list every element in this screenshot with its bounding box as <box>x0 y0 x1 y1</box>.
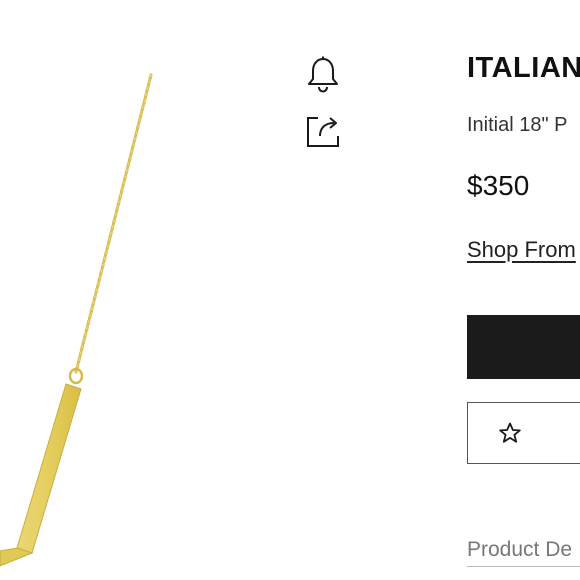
divider <box>467 566 580 567</box>
shop-from-link[interactable]: Shop From <box>467 237 576 263</box>
product-page: ITALIAN Initial 18" P $350 Shop From Pro… <box>0 0 580 580</box>
share-icon[interactable] <box>302 112 344 152</box>
product-title: Initial 18" P <box>467 114 568 136</box>
product-price: $350 <box>467 170 530 201</box>
product-image <box>0 73 153 567</box>
tab-product-details[interactable]: Product De <box>467 538 572 562</box>
pendant-letter <box>0 383 82 567</box>
wishlist-button[interactable] <box>467 402 580 464</box>
add-to-bag-button[interactable] <box>467 315 580 379</box>
bell-icon[interactable] <box>302 55 344 95</box>
star-icon <box>499 422 521 443</box>
product-brand: ITALIAN <box>467 52 580 84</box>
